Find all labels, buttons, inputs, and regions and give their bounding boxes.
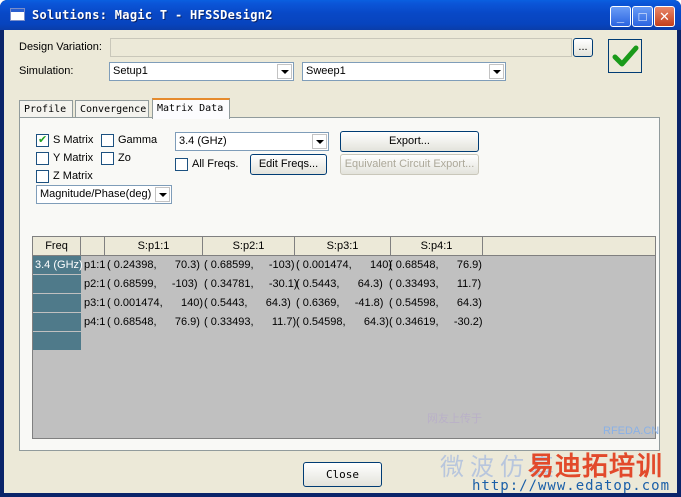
title-bar[interactable]: Solutions: Magic T - HFSSDesign2 _ □ ✕ (0, 0, 681, 30)
grid-header-freq[interactable]: Freq (33, 237, 81, 256)
export-button[interactable]: Export... (340, 131, 479, 152)
frequency-select-value: 3.4 (GHz) (179, 135, 227, 147)
z-matrix-label: Z Matrix (53, 170, 93, 182)
close-window-button[interactable]: ✕ (654, 6, 675, 27)
table-cell[interactable]: ( 0.34619, -30.2) (389, 313, 483, 332)
freq-cell-empty[interactable] (33, 332, 81, 351)
tab-matrix-data[interactable]: Matrix Data (152, 98, 230, 119)
sweep-select[interactable]: Sweep1 (302, 62, 506, 81)
table-cell[interactable]: ( 0.68548, 76.9) (107, 313, 200, 332)
table-cell[interactable]: ( 0.24398, 70.3) (107, 256, 200, 275)
table-cell[interactable]: ( 0.68548, 76.9) (389, 256, 482, 275)
chevron-down-icon (489, 64, 504, 79)
chevron-down-icon (277, 64, 292, 79)
design-variation-field[interactable] (110, 38, 572, 57)
freq-cell-empty[interactable] (33, 313, 81, 332)
row-port-label: p2:1 (84, 278, 106, 290)
window-app-icon (10, 8, 25, 21)
table-cell[interactable]: ( 0.001474, 140) (107, 294, 203, 313)
matrix-data-grid[interactable]: Freq S:p1:1 S:p2:1 S:p3:1 S:p4:1 3.4 (GH… (32, 236, 656, 439)
table-cell[interactable]: ( 0.54598, 64.3) (389, 294, 482, 313)
y-matrix-label: Y Matrix (53, 152, 94, 164)
frequency-select[interactable]: 3.4 (GHz) (175, 132, 329, 151)
chevron-down-icon (155, 187, 170, 202)
table-cell[interactable]: ( 0.68599, -103) (204, 256, 295, 275)
grid-header-s-p4-1[interactable]: S:p4:1 (391, 237, 483, 256)
z-matrix-checkbox[interactable] (36, 170, 49, 183)
y-matrix-checkbox[interactable] (36, 152, 49, 165)
gamma-label: Gamma (118, 134, 158, 146)
edit-freqs-button[interactable]: Edit Freqs... (250, 154, 327, 175)
table-cell[interactable]: ( 0.5443, 64.3) (296, 275, 383, 294)
table-cell[interactable]: ( 0.54598, 64.3) (296, 313, 389, 332)
design-variation-browse-button[interactable]: ... (573, 38, 593, 57)
zo-label: Zo (118, 152, 131, 164)
table-cell[interactable]: ( 0.5443, 64.3) (204, 294, 291, 313)
tab-profile[interactable]: Profile (19, 100, 73, 118)
zo-checkbox[interactable] (101, 152, 114, 165)
setup-select-value: Setup1 (113, 65, 148, 77)
tab-convergence[interactable]: Convergence (75, 100, 149, 118)
all-freqs-label: All Freqs. (192, 158, 239, 170)
apply-check-button[interactable] (608, 39, 642, 73)
table-cell[interactable]: ( 0.34781, -30.1) (204, 275, 298, 294)
table-cell[interactable]: ( 0.001474, 140) (296, 256, 392, 275)
all-freqs-checkbox[interactable] (175, 158, 188, 171)
s-matrix-label: S Matrix (53, 134, 94, 146)
grid-header-port[interactable] (81, 237, 105, 256)
solutions-window: Solutions: Magic T - HFSSDesign2 _ □ ✕ D… (0, 0, 681, 497)
s-matrix-checkbox[interactable] (36, 133, 49, 147)
format-select[interactable]: Magnitude/Phase(deg) (36, 185, 172, 204)
close-button[interactable]: Close (303, 462, 382, 487)
maximize-button[interactable]: □ (632, 6, 653, 27)
chevron-down-icon (312, 134, 327, 149)
row-port-label: p4:1 (84, 316, 106, 328)
grid-header-empty (483, 237, 655, 256)
sweep-select-value: Sweep1 (306, 65, 346, 77)
grid-header-s-p1-1[interactable]: S:p1:1 (105, 237, 203, 256)
grid-header-s-p3-1[interactable]: S:p3:1 (295, 237, 391, 256)
gamma-checkbox[interactable] (101, 134, 114, 147)
simulation-label: Simulation: (19, 65, 74, 77)
design-variation-label: Design Variation: (19, 41, 102, 53)
format-select-value: Magnitude/Phase(deg) (40, 188, 152, 200)
window-title: Solutions: Magic T - HFSSDesign2 (32, 8, 273, 22)
minimize-button[interactable]: _ (610, 6, 631, 27)
freq-cell-empty[interactable] (33, 294, 81, 313)
table-cell[interactable]: ( 0.33493, 11.7) (204, 313, 296, 332)
grid-header-s-p2-1[interactable]: S:p2:1 (203, 237, 295, 256)
row-port-label: p1:1 (84, 259, 106, 271)
equivalent-circuit-export-button[interactable]: Equivalent Circuit Export... (340, 154, 479, 175)
setup-select[interactable]: Setup1 (109, 62, 294, 81)
row-port-label: p3:1 (84, 297, 106, 309)
table-cell[interactable]: ( 0.68599, -103) (107, 275, 198, 294)
green-check-icon (612, 45, 639, 67)
table-cell[interactable]: ( 0.33493, 11.7) (389, 275, 481, 294)
freq-cell-empty[interactable] (33, 275, 81, 294)
freq-cell[interactable]: 3.4 (GHz) (33, 256, 83, 275)
table-cell[interactable]: ( 0.6369, -41.8) (296, 294, 383, 313)
